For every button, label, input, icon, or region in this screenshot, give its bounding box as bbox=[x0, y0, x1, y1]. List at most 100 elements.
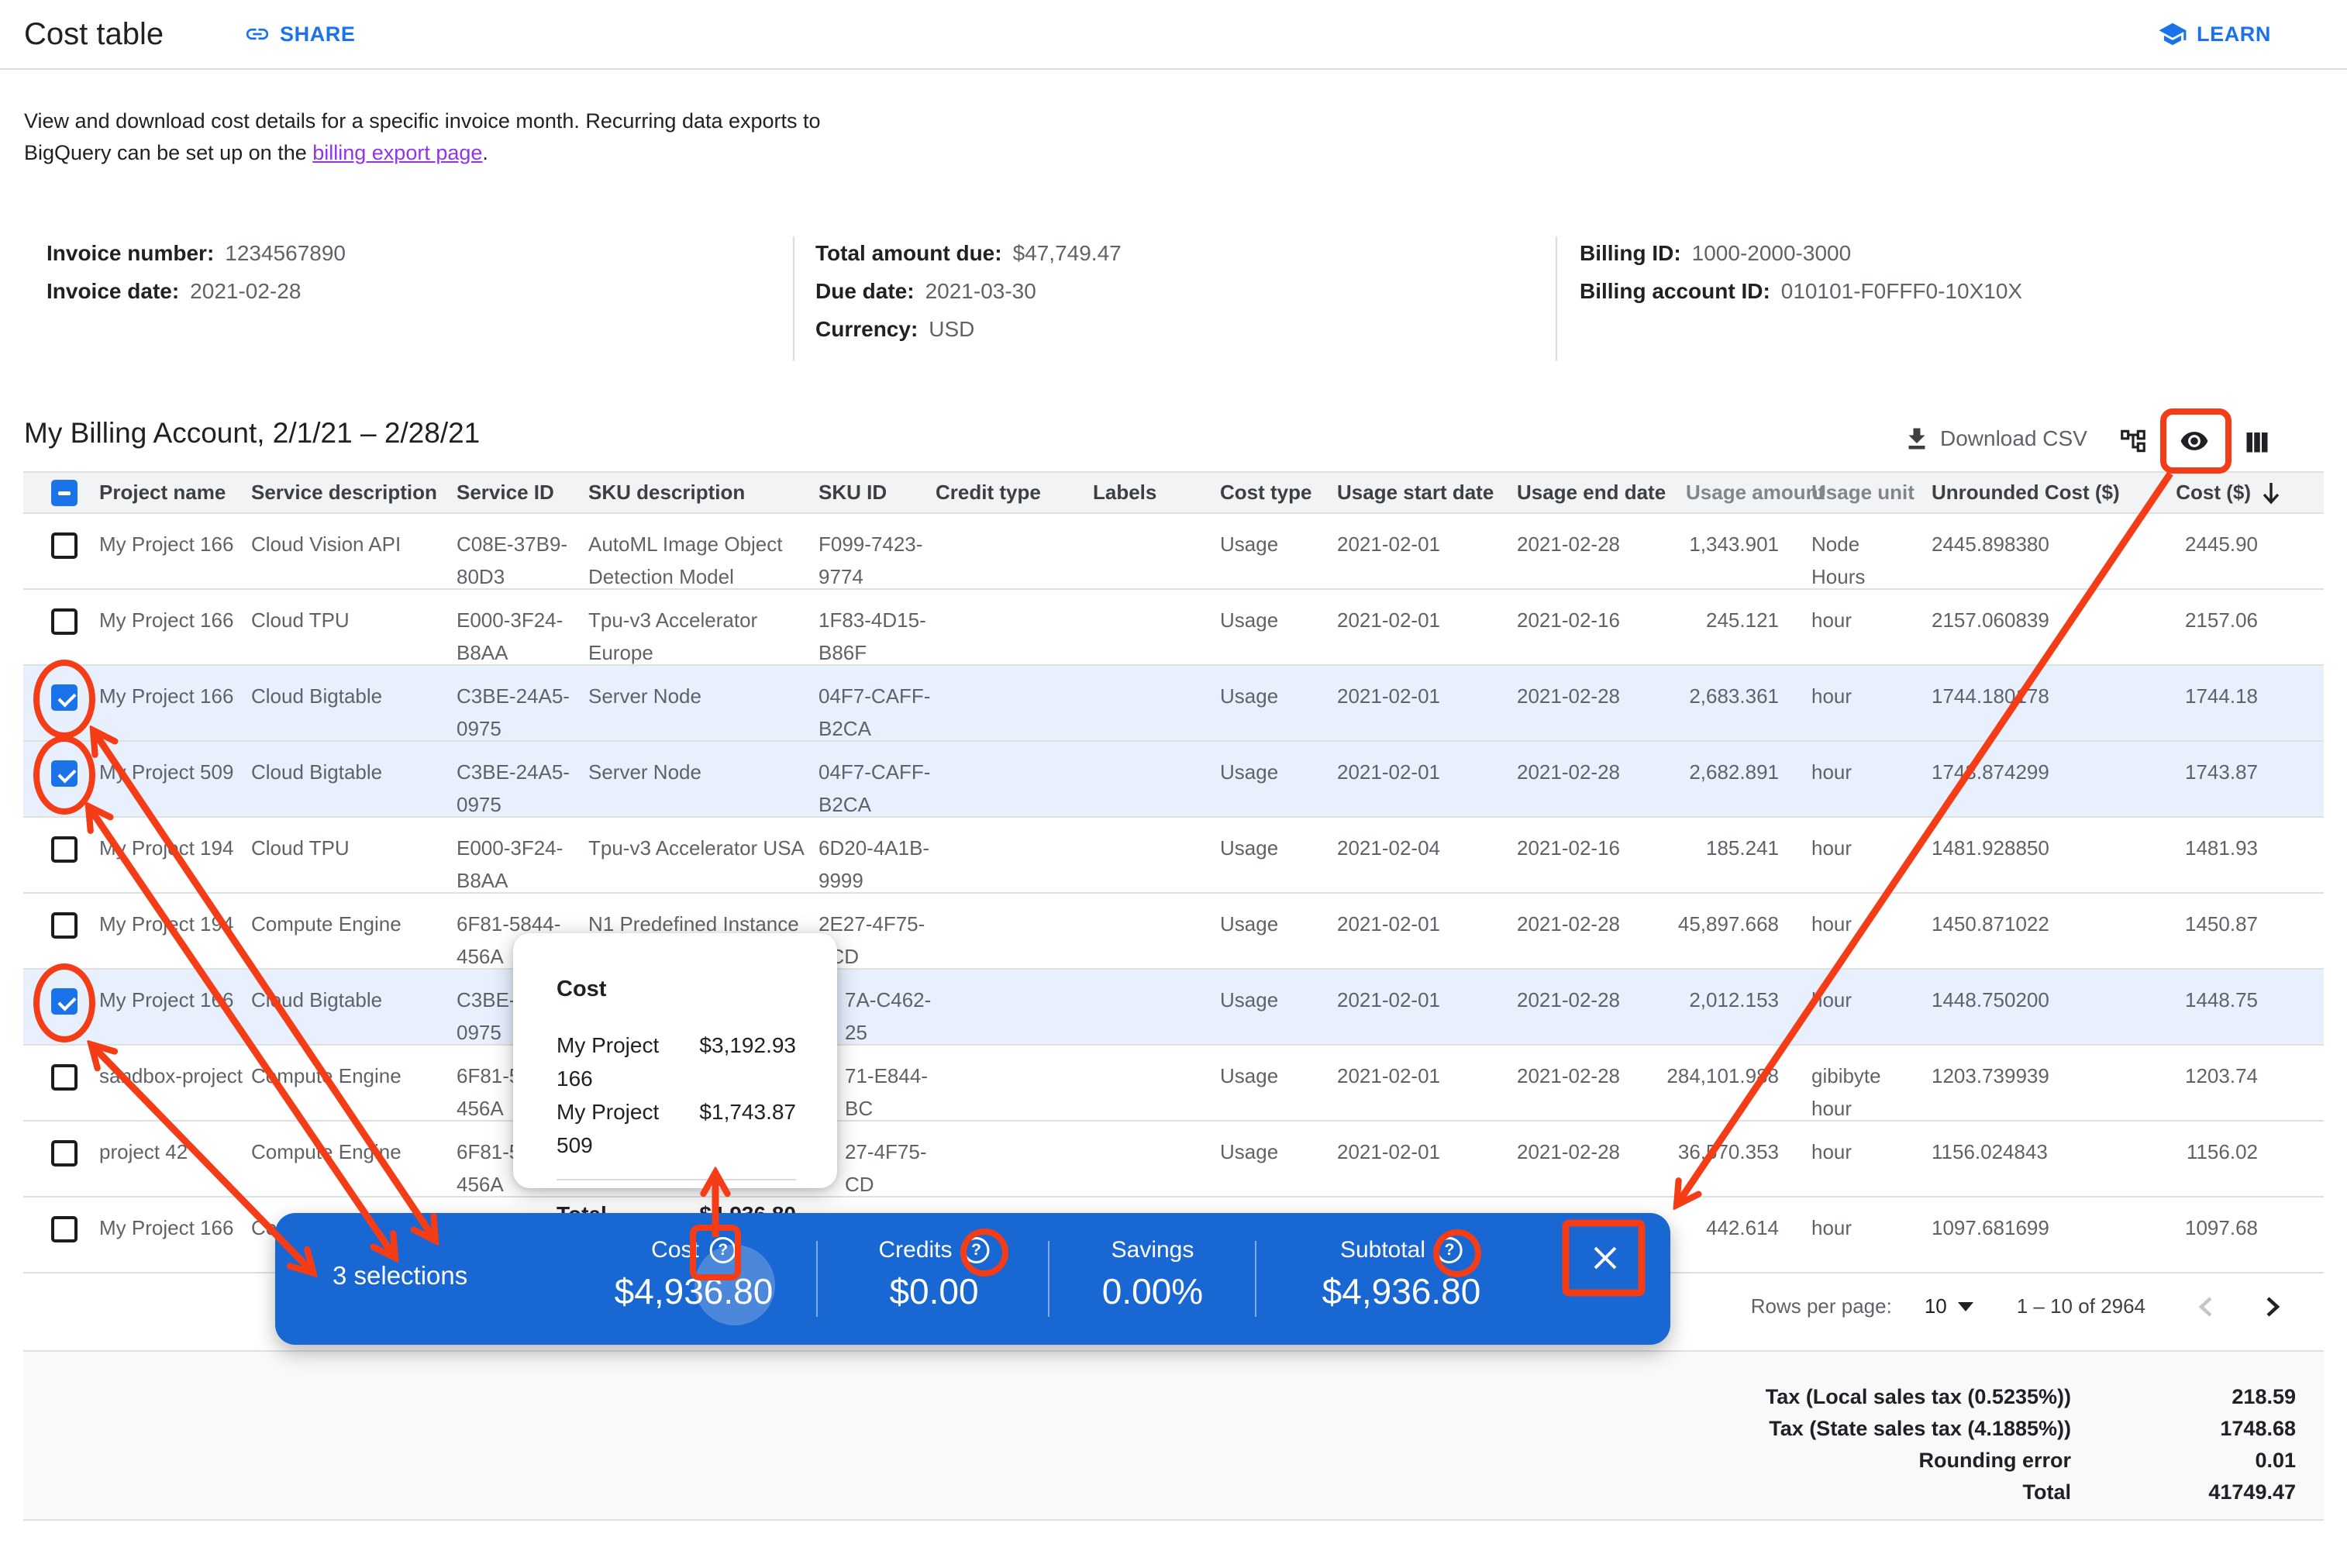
tooltip-row: My Project 509$1,743.87 bbox=[557, 1095, 796, 1162]
account-tree-icon-button[interactable] bbox=[2118, 426, 2148, 456]
billing-account-title: My Billing Account, 2/1/21 – 2/28/21 bbox=[24, 417, 480, 450]
cell-line: 6D20-4A1B- bbox=[819, 832, 936, 864]
cell-service-description: Compute Engine bbox=[251, 894, 457, 973]
tax-summary-row: Rounding error0.01 bbox=[23, 1445, 2296, 1477]
invoice-column-left: Invoice number:1234567890Invoice date:20… bbox=[47, 234, 346, 310]
tax-summary-value: 218.59 bbox=[2071, 1381, 2296, 1413]
rows-per-page-select[interactable]: 10 bbox=[1925, 1294, 1973, 1318]
cell-service-id: C3BE-24A5-0975 bbox=[457, 666, 588, 745]
learn-label: LEARN bbox=[2197, 22, 2271, 47]
table-row: My Project 166Cloud BigtableC3BE-24A5-09… bbox=[23, 666, 2324, 742]
column-header-usage-start-date[interactable]: Usage start date bbox=[1337, 481, 1517, 505]
intro-text: View and download cost details for a spe… bbox=[24, 105, 821, 169]
invoice-field-value: $47,749.47 bbox=[1013, 241, 1122, 265]
cell-line: BC bbox=[845, 1092, 936, 1125]
next-page-button[interactable] bbox=[2257, 1292, 2287, 1322]
cell-sku-id: F099-7423-9774 bbox=[819, 514, 936, 593]
cell-cost: 2445.90 bbox=[2163, 514, 2324, 593]
row-checkbox[interactable] bbox=[51, 684, 78, 711]
column-header-labels[interactable]: Labels bbox=[1093, 481, 1220, 505]
column-display-icon-button[interactable] bbox=[2243, 428, 2271, 456]
share-button[interactable]: SHARE bbox=[244, 21, 356, 47]
cell-project-name: My Project 166 bbox=[99, 666, 251, 745]
link-icon bbox=[244, 21, 271, 47]
column-header-service-description[interactable]: Service description bbox=[251, 481, 457, 505]
cell-service-description: Cloud Bigtable bbox=[251, 666, 457, 745]
cell-usage-start-date: 2021-02-01 bbox=[1337, 1122, 1517, 1201]
column-header-sku-description[interactable]: SKU description bbox=[588, 481, 819, 505]
cell-service-description: Compute Engine bbox=[251, 1122, 457, 1201]
cell-credit-type bbox=[936, 590, 1093, 669]
billing-export-page-link[interactable]: billing export page bbox=[312, 141, 482, 164]
row-checkbox[interactable] bbox=[51, 988, 78, 1015]
row-select-cell bbox=[23, 1122, 99, 1201]
row-select-cell bbox=[23, 818, 99, 897]
column-header-unrounded-cost[interactable]: Unrounded Cost ($) bbox=[1918, 481, 2163, 505]
cell-sku-description: Server Node bbox=[588, 666, 819, 745]
column-header-usage-unit[interactable]: Usage unit bbox=[1779, 481, 1918, 505]
column-header-project-name[interactable]: Project name bbox=[99, 481, 251, 505]
cell-credit-type bbox=[936, 818, 1093, 897]
cell-service-description: Cloud TPU bbox=[251, 818, 457, 897]
dropdown-caret-icon bbox=[1958, 1302, 1973, 1311]
tooltip-row-label: My Project 166 bbox=[557, 1029, 699, 1095]
cell-line: B86F bbox=[819, 636, 936, 669]
row-checkbox[interactable] bbox=[51, 1064, 78, 1091]
help-icon[interactable]: ? bbox=[963, 1237, 990, 1263]
selection-bar-group-label-row: Cost? bbox=[615, 1235, 774, 1266]
cell-line: hour bbox=[1811, 1092, 1918, 1125]
column-header-sku-id[interactable]: SKU ID bbox=[819, 481, 936, 505]
cell-line: hour bbox=[1811, 604, 1918, 636]
column-header-service-id[interactable]: Service ID bbox=[457, 481, 588, 505]
cell-credit-type bbox=[936, 1122, 1093, 1201]
close-selection-bar-button[interactable] bbox=[1574, 1227, 1636, 1289]
learn-button[interactable]: LEARN bbox=[2158, 19, 2271, 49]
column-header-cost[interactable]: Cost ($) bbox=[2163, 480, 2324, 506]
help-icon[interactable]: ? bbox=[710, 1237, 736, 1263]
column-header-usage-amount[interactable]: Usage amount bbox=[1686, 481, 1779, 505]
column-header-label: Usage end date bbox=[1517, 481, 1666, 504]
invoice-field-label: Due date: bbox=[815, 279, 915, 303]
row-checkbox[interactable] bbox=[51, 532, 78, 559]
invoice-field-label: Billing account ID: bbox=[1580, 279, 1770, 303]
table-row: sandbox-projectCompute Engine6F81-5844-4… bbox=[23, 1046, 2324, 1122]
cell-line: 1F83-4D15- bbox=[819, 604, 936, 636]
cell-cost-type: Usage bbox=[1220, 514, 1337, 593]
cell-usage-amount: 2,012.153 bbox=[1686, 970, 1779, 1049]
cell-project-name: My Project 166 bbox=[99, 590, 251, 669]
tax-summary-label: Tax (State sales tax (4.1885%)) bbox=[1769, 1413, 2071, 1445]
cell-credit-type bbox=[936, 742, 1093, 821]
cell-usage-end-date: 2021-02-28 bbox=[1517, 970, 1686, 1049]
cell-usage-end-date: 2021-02-16 bbox=[1517, 818, 1686, 897]
table-row: My Project 166Cloud Vision APIC08E-37B9-… bbox=[23, 514, 2324, 590]
eye-icon-button[interactable] bbox=[2180, 426, 2209, 456]
cell-labels bbox=[1093, 1046, 1220, 1125]
row-checkbox[interactable] bbox=[51, 760, 78, 787]
cell-usage-unit: hour bbox=[1779, 1198, 1918, 1272]
cell-project-name: My Project 166 bbox=[99, 970, 251, 1049]
tax-summary-value: 1748.68 bbox=[2071, 1413, 2296, 1445]
select-all-checkbox[interactable] bbox=[51, 480, 78, 506]
row-checkbox[interactable] bbox=[51, 1216, 78, 1242]
cell-cost-type: Usage bbox=[1220, 742, 1337, 821]
cell-usage-start-date: 2021-02-01 bbox=[1337, 970, 1517, 1049]
row-checkbox[interactable] bbox=[51, 836, 78, 863]
cell-line: Tpu-v3 Accelerator USA bbox=[588, 832, 819, 864]
cell-labels bbox=[1093, 742, 1220, 821]
row-checkbox[interactable] bbox=[51, 608, 78, 635]
help-icon[interactable]: ? bbox=[1436, 1237, 1463, 1263]
column-header-usage-end-date[interactable]: Usage end date bbox=[1517, 481, 1686, 505]
cell-usage-amount: 284,101.988 bbox=[1686, 1046, 1779, 1125]
column-header-credit-type[interactable]: Credit type bbox=[936, 481, 1093, 505]
selection-bar-group-value: $4,936.80 bbox=[1322, 1270, 1481, 1312]
row-checkbox[interactable] bbox=[51, 912, 78, 939]
share-label: SHARE bbox=[280, 22, 356, 47]
cell-usage-unit: hour bbox=[1779, 970, 1918, 1049]
column-header-cost-type[interactable]: Cost type bbox=[1220, 481, 1337, 505]
row-checkbox[interactable] bbox=[51, 1140, 78, 1167]
cell-line: AutoML Image Object bbox=[588, 528, 819, 560]
cell-usage-start-date: 2021-02-01 bbox=[1337, 1046, 1517, 1125]
previous-page-button[interactable] bbox=[2192, 1292, 2221, 1322]
download-csv-button[interactable]: Download CSV bbox=[1903, 425, 2087, 453]
tax-summary-value: 41749.47 bbox=[2071, 1477, 2296, 1508]
